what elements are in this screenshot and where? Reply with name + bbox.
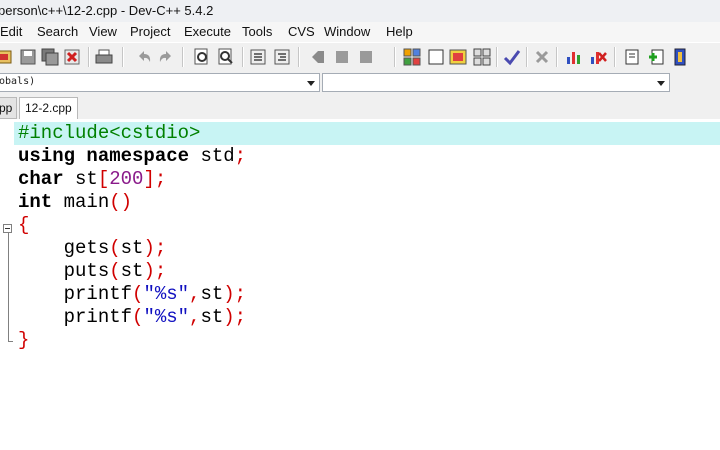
- code-line: puts(st);: [63, 260, 167, 282]
- members-combobox[interactable]: [322, 73, 670, 92]
- new-class-icon[interactable]: [622, 47, 642, 67]
- tab-12-2-cpp[interactable]: 12-2.cpp: [19, 97, 78, 120]
- find-icon[interactable]: [192, 47, 212, 67]
- fold-end: [8, 341, 13, 342]
- editor-gutter: [0, 119, 14, 450]
- tab-label: pp: [0, 101, 13, 115]
- check-syntax-icon[interactable]: [502, 47, 522, 67]
- code-line: #include<cstdio>: [18, 122, 201, 144]
- rebuild-icon[interactable]: [472, 47, 492, 67]
- compile-run-icon[interactable]: [448, 47, 468, 67]
- menu-view[interactable]: View: [89, 24, 117, 39]
- code-line: printf("%s",st);: [63, 306, 247, 328]
- project-options-icon[interactable]: [670, 47, 690, 67]
- code-line: gets(st);: [63, 237, 167, 259]
- delete-profile-icon[interactable]: [588, 47, 608, 67]
- tab-label: 12-2.cpp: [25, 101, 72, 115]
- chevron-down-icon[interactable]: [657, 81, 665, 86]
- print-icon[interactable]: [94, 47, 114, 67]
- code-line: {: [18, 214, 30, 236]
- bookmark-prev-icon[interactable]: [332, 47, 352, 67]
- class-browser-bar: obals): [0, 71, 720, 95]
- menu-cvs[interactable]: CVS: [288, 24, 315, 39]
- add-file-icon[interactable]: [646, 47, 666, 67]
- code-line: int main(): [18, 191, 133, 213]
- undo-icon[interactable]: [134, 47, 154, 67]
- menu-project[interactable]: Project: [130, 24, 170, 39]
- run-icon[interactable]: [426, 47, 446, 67]
- indent-icon[interactable]: [248, 47, 268, 67]
- menu-bar: Edit Search View Project Execute Tools C…: [0, 22, 720, 42]
- replace-icon[interactable]: [216, 47, 236, 67]
- save-all-icon[interactable]: [40, 47, 60, 67]
- profile-icon[interactable]: [564, 47, 584, 67]
- bookmark-next-icon[interactable]: [356, 47, 376, 67]
- menu-tools[interactable]: Tools: [242, 24, 272, 39]
- menu-window[interactable]: Window: [324, 24, 370, 39]
- tab-previous-file[interactable]: pp: [0, 97, 17, 119]
- scope-combobox-value: obals): [0, 76, 36, 87]
- code-line: }: [18, 329, 30, 351]
- close-file-icon[interactable]: [62, 47, 82, 67]
- editor-tabs: pp 12-2.cpp: [0, 95, 720, 120]
- title-bar: person\c++\12-2.cpp - Dev-C++ 5.4.2: [0, 0, 720, 23]
- menu-search[interactable]: Search: [37, 24, 78, 39]
- compile-icon[interactable]: [402, 47, 422, 67]
- code-editor[interactable]: #include<cstdio> using namespace std; ch…: [14, 119, 720, 450]
- menu-edit[interactable]: Edit: [0, 24, 22, 39]
- code-line: using namespace std;: [18, 145, 247, 167]
- code-line: printf("%s",st);: [63, 283, 247, 305]
- menu-help[interactable]: Help: [386, 24, 413, 39]
- code-text[interactable]: #include<cstdio> using namespace std; ch…: [18, 122, 246, 352]
- scope-combobox[interactable]: obals): [0, 73, 320, 92]
- toolbar: [0, 42, 720, 72]
- goto-icon[interactable]: [308, 47, 328, 67]
- save-icon[interactable]: [18, 47, 38, 67]
- chevron-down-icon[interactable]: [307, 81, 315, 86]
- menu-execute[interactable]: Execute: [184, 24, 231, 39]
- stop-icon[interactable]: [532, 47, 552, 67]
- redo-icon[interactable]: [156, 47, 176, 67]
- unindent-icon[interactable]: [272, 47, 292, 67]
- open-project-icon[interactable]: [0, 47, 14, 67]
- window-title: person\c++\12-2.cpp - Dev-C++ 5.4.2: [0, 3, 214, 18]
- fold-line: [8, 232, 9, 342]
- code-line: char st[200];: [18, 168, 167, 190]
